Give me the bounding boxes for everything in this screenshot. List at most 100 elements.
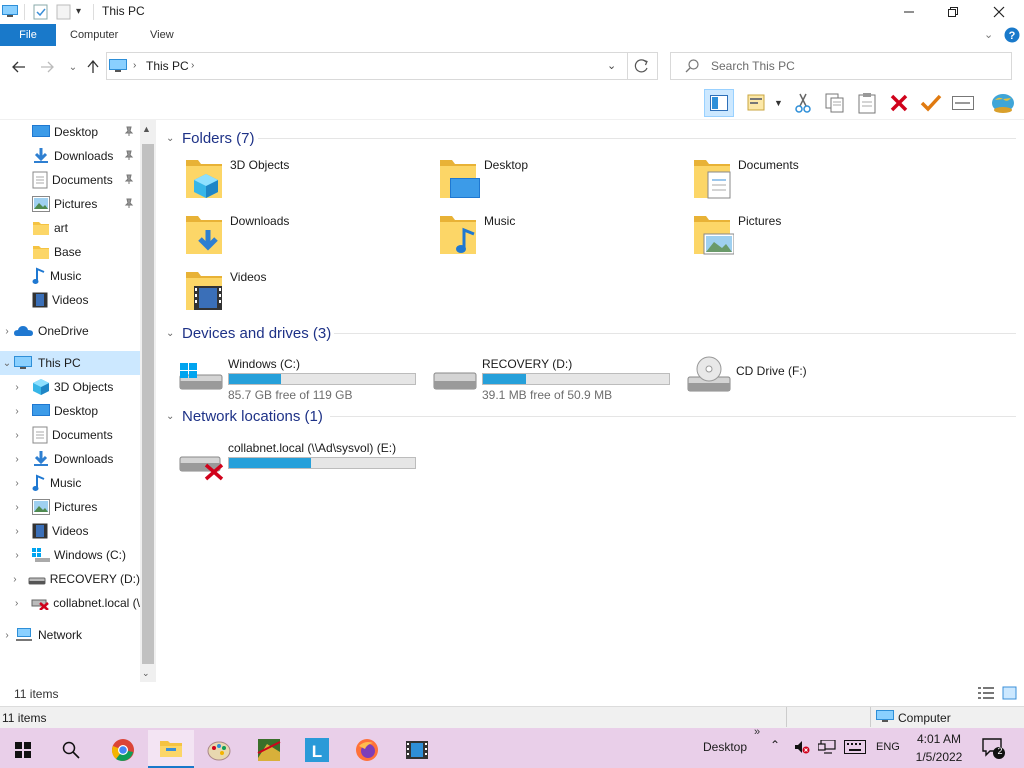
video-editor-icon[interactable] xyxy=(394,732,440,768)
collapse-chevron-icon[interactable]: ⌄ xyxy=(166,328,180,339)
expand-chevron-icon[interactable]: › xyxy=(10,598,23,609)
chrome-icon[interactable] xyxy=(100,732,146,768)
scroll-up-icon[interactable]: ▲ xyxy=(142,124,151,134)
pin-icon[interactable] xyxy=(124,150,134,160)
collapse-chevron-icon[interactable]: ⌄ xyxy=(166,133,180,144)
nav-quick-item[interactable]: Documents xyxy=(0,168,140,192)
pin-icon[interactable] xyxy=(124,174,134,184)
close-button[interactable] xyxy=(976,0,1022,24)
forward-button[interactable] xyxy=(36,56,58,78)
check-button[interactable] xyxy=(918,90,944,116)
nav-this-pc-item[interactable]: › RECOVERY (D:) xyxy=(0,567,140,591)
desktop-toolbar-label[interactable]: Desktop xyxy=(703,740,747,754)
show-hidden-icons-icon[interactable]: ⌃ xyxy=(770,738,780,752)
expand-chevron-icon[interactable]: › xyxy=(10,574,20,585)
expand-chevron-icon[interactable]: › xyxy=(10,478,24,489)
nav-quick-item[interactable]: Base xyxy=(0,240,140,264)
network-drive-e[interactable]: collabnet.local (\\Ad\sysvol) (E:) xyxy=(178,441,428,487)
volume-muted-icon[interactable] xyxy=(794,740,810,754)
folder-tile[interactable]: Pictures xyxy=(688,212,938,264)
tab-file[interactable]: File xyxy=(0,24,56,46)
breadcrumb-separator-icon[interactable]: › xyxy=(133,60,136,71)
search-input[interactable]: Search This PC xyxy=(670,52,1012,80)
folder-tile[interactable]: Videos xyxy=(180,268,430,320)
nav-quick-item[interactable]: Pictures xyxy=(0,192,140,216)
nav-this-pc-item[interactable]: › Documents xyxy=(0,423,140,447)
start-button[interactable] xyxy=(0,732,46,768)
keyboard-icon[interactable] xyxy=(844,740,866,754)
map-app-icon[interactable] xyxy=(246,732,292,768)
large-icons-view-icon[interactable] xyxy=(1002,686,1018,700)
collapse-chevron-icon[interactable]: ⌄ xyxy=(166,411,180,422)
expand-ribbon-icon[interactable]: ⌄ xyxy=(984,28,993,41)
nav-this-pc-item[interactable]: › 3D Objects xyxy=(0,375,140,399)
properties-menu-button[interactable] xyxy=(744,90,770,116)
expand-chevron-icon[interactable]: › xyxy=(10,502,24,513)
folder-tile[interactable]: Downloads xyxy=(180,212,430,264)
nav-quick-item[interactable]: art xyxy=(0,216,140,240)
nav-this-pc-item[interactable]: › Desktop xyxy=(0,399,140,423)
expand-chevron-icon[interactable]: › xyxy=(10,454,24,465)
scroll-down-icon[interactable]: ⌄ xyxy=(142,668,150,679)
nav-quick-item[interactable]: Videos xyxy=(0,288,140,312)
file-explorer-icon[interactable] xyxy=(148,730,194,768)
recent-locations-button[interactable]: ⌄ xyxy=(62,56,84,78)
input-language[interactable]: ENG xyxy=(876,741,900,753)
folder-tile[interactable]: Desktop xyxy=(434,156,684,208)
address-input[interactable]: › This PC › ⌄ xyxy=(106,52,628,80)
clock-time[interactable]: 4:01 AM xyxy=(916,732,962,746)
tab-view[interactable]: View xyxy=(140,24,184,46)
delete-button[interactable] xyxy=(886,90,912,116)
nav-scrollbar-thumb[interactable] xyxy=(142,144,154,664)
paste-button[interactable] xyxy=(854,90,880,116)
l-app-icon[interactable]: L xyxy=(294,732,340,768)
tab-computer[interactable]: Computer xyxy=(60,24,128,46)
expand-chevron-icon[interactable]: › xyxy=(0,630,14,641)
firefox-icon[interactable] xyxy=(344,732,390,768)
nav-onedrive[interactable]: › OneDrive xyxy=(0,319,140,343)
expand-chevron-icon[interactable]: › xyxy=(10,526,24,537)
group-devices-header[interactable]: ⌄ Devices and drives (3) xyxy=(166,322,331,344)
network-globe-icon[interactable] xyxy=(990,90,1016,116)
computer-icon[interactable] xyxy=(2,4,18,18)
properties-icon[interactable] xyxy=(33,4,49,20)
nav-quick-item[interactable]: Music xyxy=(0,264,140,288)
details-view-icon[interactable] xyxy=(978,686,994,700)
customize-qat-icon[interactable]: ▾ xyxy=(76,6,81,17)
new-folder-icon[interactable] xyxy=(56,4,72,20)
nav-this-pc-item[interactable]: › collabnet.local (\ xyxy=(0,591,140,615)
search-button[interactable] xyxy=(48,732,94,768)
drive-c[interactable]: Windows (C:) 85.7 GB free of 119 GB xyxy=(178,357,428,403)
paint-icon[interactable] xyxy=(196,732,242,768)
back-button[interactable] xyxy=(8,56,30,78)
folder-tile[interactable]: 3D Objects xyxy=(180,156,430,208)
minimize-button[interactable] xyxy=(886,0,932,24)
pin-icon[interactable] xyxy=(124,126,134,136)
up-button[interactable] xyxy=(82,56,104,78)
preview-pane-button[interactable] xyxy=(704,89,734,117)
folder-tile[interactable]: Music xyxy=(434,212,684,264)
nav-network[interactable]: › Network xyxy=(0,623,140,647)
expand-chevron-icon[interactable]: › xyxy=(10,406,24,417)
drive-d[interactable]: RECOVERY (D:) 39.1 MB free of 50.9 MB xyxy=(432,357,682,403)
dropdown-arrow-icon[interactable]: ▼ xyxy=(774,98,783,108)
nav-this-pc-item[interactable]: › Music xyxy=(0,471,140,495)
address-history-icon[interactable]: ⌄ xyxy=(607,59,616,72)
rename-button[interactable] xyxy=(950,90,976,116)
nav-quick-item[interactable]: Desktop xyxy=(0,120,140,144)
breadcrumb-this-pc[interactable]: This PC xyxy=(146,59,189,73)
nav-this-pc-item[interactable]: › Downloads xyxy=(0,447,140,471)
expand-chevron-icon[interactable]: › xyxy=(10,430,24,441)
group-folders-header[interactable]: ⌄ Folders (7) xyxy=(166,127,255,149)
clock-date[interactable]: 1/5/2022 xyxy=(912,750,966,764)
pin-icon[interactable] xyxy=(124,198,134,208)
restore-button[interactable] xyxy=(930,0,976,24)
network-tray-icon[interactable] xyxy=(818,740,836,754)
nav-this-pc-item[interactable]: › Videos xyxy=(0,519,140,543)
group-network-header[interactable]: ⌄ Network locations (1) xyxy=(166,405,323,427)
nav-this-pc-item[interactable]: › Pictures xyxy=(0,495,140,519)
breadcrumb-separator-icon[interactable]: › xyxy=(191,60,194,71)
collapse-chevron-icon[interactable]: ⌄ xyxy=(0,358,14,369)
nav-quick-item[interactable]: Downloads xyxy=(0,144,140,168)
nav-this-pc[interactable]: ⌄ This PC xyxy=(0,351,140,375)
